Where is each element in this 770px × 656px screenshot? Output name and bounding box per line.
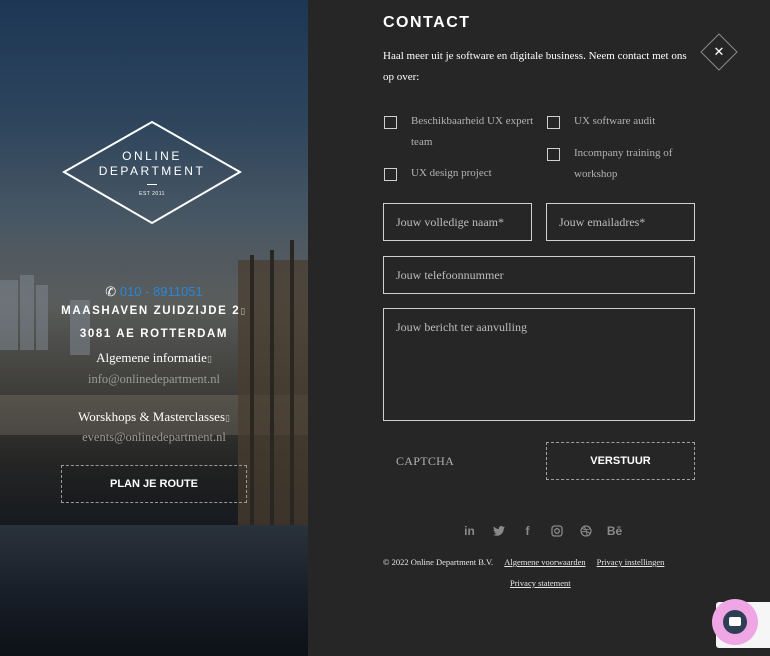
checkbox-box[interactable] [384, 116, 397, 129]
phone-number: 010 - 8911051 [119, 284, 203, 299]
workshops-text: Worskhops & Masterclasses [78, 409, 226, 424]
copyright-text: © 2022 Online Department B.V. [383, 557, 494, 567]
missing-glyph-icon: ▯ [240, 307, 247, 317]
logo-text-online: ONLINE [122, 149, 182, 163]
footer-links: © 2022 Online Department B.V. Algemene v… [383, 557, 703, 567]
name-input[interactable] [383, 203, 532, 241]
contact-intro: Haal meer uit je software en digitale bu… [383, 50, 687, 83]
checkbox-ux-software-audit[interactable]: UX software audit [547, 115, 707, 132]
checkbox-label: UX design project [411, 167, 492, 179]
checkbox-label: UX software audit [574, 115, 656, 127]
dribbble-icon[interactable] [571, 522, 600, 540]
submit-button[interactable]: VERSTUUR [546, 442, 695, 480]
workshops-email-link[interactable]: events@onlinedepartment.nl [0, 430, 308, 445]
missing-glyph-icon: ▯ [206, 355, 212, 365]
privacy-settings-link[interactable]: Privacy instellingen [597, 557, 665, 567]
checkbox-box[interactable] [547, 116, 560, 129]
checkbox-ux-expert-team[interactable]: Beschikbaarheid UX expert team [384, 115, 534, 153]
footer-links-secondary: Privacy statement [510, 578, 571, 588]
email-input[interactable] [546, 203, 695, 241]
chat-widget-button[interactable] [712, 599, 758, 645]
company-logo: ONLINE DEPARTMENT EST 2011 [62, 120, 242, 225]
instagram-icon[interactable] [542, 522, 571, 540]
close-icon: ✕ [713, 44, 725, 60]
privacy-statement-link[interactable]: Privacy statement [510, 578, 571, 588]
logo-established: EST 2011 [139, 191, 165, 197]
phone-input[interactable] [383, 256, 695, 294]
general-info-label: Algemene informatie▯ [0, 350, 308, 366]
checkbox-box[interactable] [547, 148, 560, 161]
phone-icon: ✆ [105, 284, 117, 299]
missing-glyph-icon: ▯ [225, 414, 230, 424]
checkbox-ux-design-project[interactable]: UX design project [384, 167, 534, 184]
message-textarea[interactable] [383, 308, 695, 421]
contact-title: CONTACT [383, 14, 471, 31]
close-button[interactable]: ✕ [700, 33, 738, 71]
facebook-icon[interactable]: f [513, 522, 542, 540]
behance-icon[interactable]: Bē [600, 522, 629, 540]
general-info-text: Algemene informatie [96, 350, 207, 365]
captcha-label: CAPTCHA [396, 454, 455, 468]
address-street-text: MAASHAVEN ZUIDZIJDE 2 [61, 305, 241, 317]
linkedin-icon[interactable]: in [455, 522, 484, 540]
address-street: MAASHAVEN ZUIDZIJDE 2▯ [0, 305, 308, 317]
plan-route-button[interactable]: PLAN JE ROUTE [61, 465, 247, 503]
logo-text-department: DEPARTMENT [98, 164, 206, 178]
checkbox-box[interactable] [384, 168, 397, 181]
logo-divider [147, 184, 157, 185]
contact-panel: CONTACT Haal meer uit je software en dig… [308, 0, 770, 656]
terms-link[interactable]: Algemene voorwaarden [504, 557, 585, 567]
address-city: 3081 AE ROTTERDAM [79, 328, 229, 340]
chat-icon [723, 610, 747, 634]
social-links: in f Bē [455, 522, 629, 540]
twitter-icon[interactable] [484, 522, 513, 540]
phone-link[interactable]: ✆ 010 - 8911051 [0, 284, 308, 300]
checkbox-label: Beschikbaarheid UX expert team [411, 115, 534, 148]
workshops-label: Worskhops & Masterclasses▯ [0, 409, 308, 425]
location-panel: ONLINE DEPARTMENT EST 2011 ✆ 010 - 89110… [0, 0, 308, 656]
harbor-water [0, 525, 308, 656]
checkbox-incompany-training[interactable]: Incompany training of workshop [547, 147, 697, 185]
general-email-link[interactable]: info@onlinedepartment.nl [0, 372, 308, 387]
checkbox-label: Incompany training of workshop [574, 147, 673, 180]
